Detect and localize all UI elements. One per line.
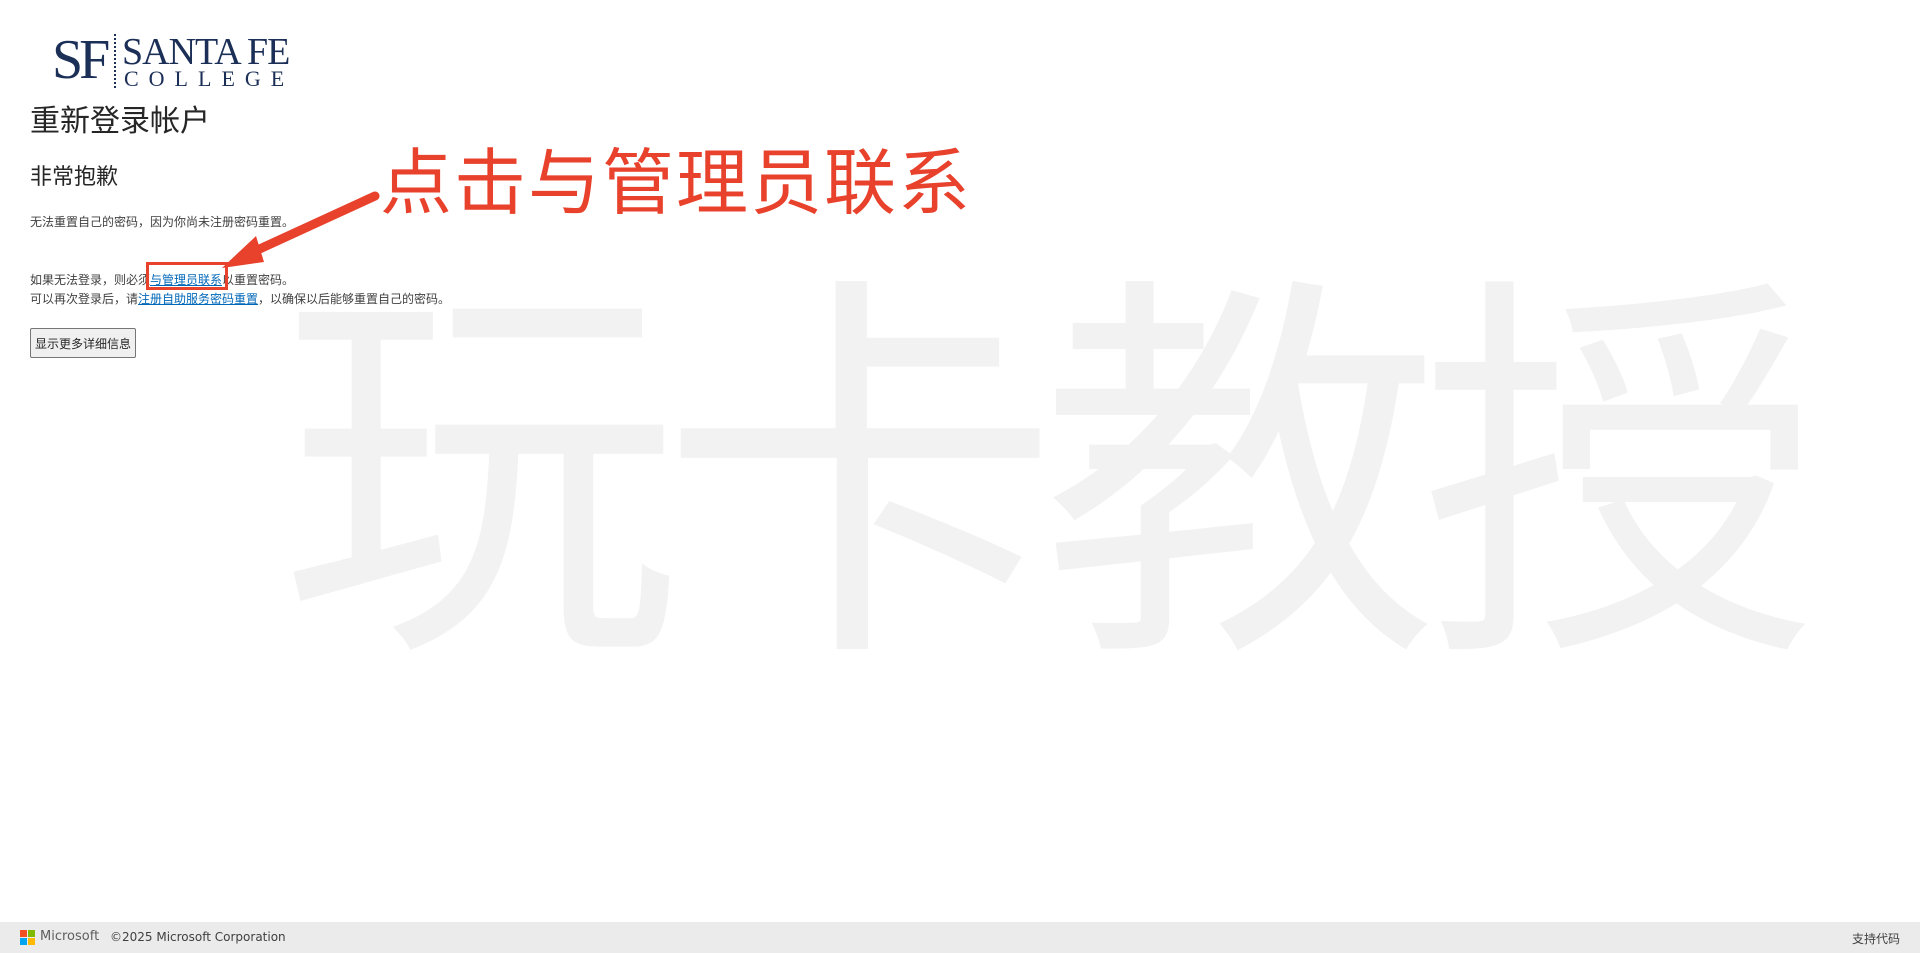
annotation-highlight-box bbox=[146, 262, 228, 290]
register-sspr-link[interactable]: 注册自助服务密码重置 bbox=[138, 292, 258, 306]
annotation-text: 点击与管理员联系 bbox=[380, 141, 973, 225]
register-sspr-message: 可以再次登录后，请注册自助服务密码重置，以确保以后能够重置自己的密码。 bbox=[30, 290, 450, 308]
ms-logo-green-square bbox=[28, 930, 35, 937]
santa-fe-college-logo: SF SANTA FE COLLEGE bbox=[52, 30, 292, 90]
microsoft-logo-icon bbox=[20, 930, 36, 946]
register-sspr-prefix: 可以再次登录后，请 bbox=[30, 292, 139, 306]
ms-logo-yellow-square bbox=[28, 938, 35, 945]
logo-initials: SF bbox=[52, 29, 110, 91]
register-sspr-suffix: ，以确保以后能够重置自己的密码。 bbox=[258, 292, 451, 306]
page-title: 重新登录帐户 bbox=[30, 104, 210, 139]
contact-admin-prefix: 如果无法登录，则必须 bbox=[30, 273, 151, 287]
ms-logo-blue-square bbox=[20, 938, 27, 945]
microsoft-brand-name: Microsoft bbox=[40, 929, 100, 944]
page-subtitle: 非常抱歉 bbox=[30, 165, 119, 190]
footer: Microsoft ©2025 Microsoft Corporation 支持… bbox=[0, 922, 1920, 953]
watermark-text: 玩卡教授 bbox=[280, 247, 1820, 712]
show-more-details-button[interactable]: 显示更多详细信息 bbox=[30, 328, 137, 358]
logo-name-line2: COLLEGE bbox=[124, 66, 295, 91]
logo-divider bbox=[114, 34, 116, 88]
copyright-text: ©2025 Microsoft Corporation bbox=[110, 930, 286, 944]
support-code-link[interactable]: 支持代码 bbox=[1852, 930, 1900, 947]
not-registered-message: 无法重置自己的密码，因为你尚未注册密码重置。 bbox=[30, 215, 295, 229]
contact-admin-suffix: 以重置密码。 bbox=[222, 273, 295, 287]
annotation-arrow-head bbox=[222, 236, 264, 268]
ms-logo-red-square bbox=[20, 930, 27, 937]
